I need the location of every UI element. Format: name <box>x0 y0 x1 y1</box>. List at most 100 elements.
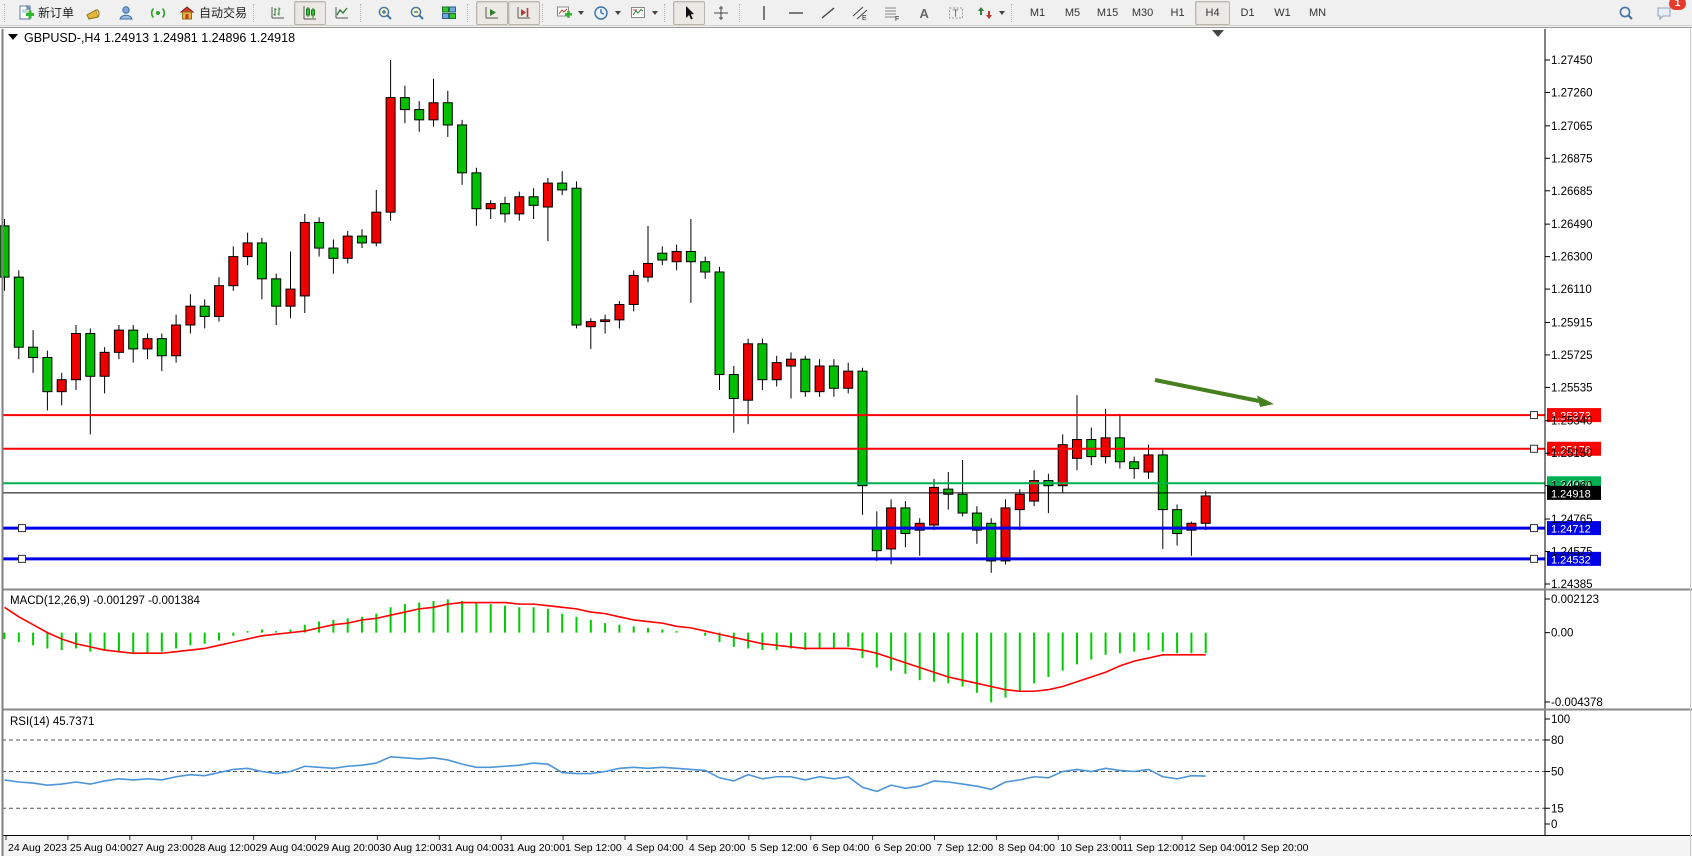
vertical-line-button[interactable] <box>748 1 780 25</box>
equidistant-channel-button[interactable]: E <box>844 1 876 25</box>
price-axis-tick: 1.27260 <box>1551 87 1593 99</box>
price-axis-tick: 1.25340 <box>1551 416 1593 428</box>
candle <box>1001 499 1010 564</box>
date-axis-label: 4 Sep 20:00 <box>689 842 746 854</box>
crosshair-button[interactable] <box>705 1 737 25</box>
cursor-button[interactable] <box>673 1 705 25</box>
price-axis-tick: 1.25915 <box>1551 317 1593 329</box>
svg-text:E: E <box>862 15 867 22</box>
date-axis-label: 1 Sep 12:00 <box>565 842 622 854</box>
date-axis-label: 25 Aug 04:00 <box>70 842 132 854</box>
date-axis-label: 27 Aug 23:00 <box>132 842 194 854</box>
search-button[interactable] <box>1610 1 1642 25</box>
dropdown-caret-icon <box>652 11 658 15</box>
date-axis-label: 4 Sep 04:00 <box>627 842 684 854</box>
horizontal-line-button[interactable] <box>780 1 812 25</box>
macd-label: MACD(12,26,9) -0.001297 -0.001384 <box>10 595 200 607</box>
linechart-icon <box>333 4 351 22</box>
chart-window[interactable]: 1.253731.251761.249741.249181.247121.245… <box>0 27 1692 856</box>
text-label-button[interactable]: T <box>940 1 972 25</box>
trendline-button[interactable] <box>812 1 844 25</box>
toolbar-grip <box>253 4 259 22</box>
toolbar-grip <box>467 4 473 22</box>
tile-windows-button[interactable] <box>433 1 465 25</box>
price-axis-tick: 1.25725 <box>1551 350 1593 362</box>
templates-button[interactable] <box>625 1 662 25</box>
candles-icon <box>301 4 319 22</box>
svg-text:F: F <box>895 16 899 22</box>
timeframe-m1-button[interactable]: M1 <box>1020 1 1055 25</box>
indicators-icon <box>555 4 573 22</box>
toolbar-grip <box>360 4 366 22</box>
periods-button[interactable] <box>588 1 625 25</box>
search-icon <box>1617 4 1635 22</box>
date-axis-label: 10 Sep 23:00 <box>1060 842 1123 854</box>
toolbar-grip <box>542 4 548 22</box>
zoom-out-icon <box>408 4 426 22</box>
shift-icon <box>515 4 533 22</box>
community-icon <box>117 4 135 22</box>
bar-chart-button[interactable] <box>262 1 294 25</box>
timeframe-m30-button[interactable]: M30 <box>1125 1 1160 25</box>
timeframe-w1-button[interactable]: W1 <box>1265 1 1300 25</box>
timeframe-h1-button[interactable]: H1 <box>1160 1 1195 25</box>
trendline-icon <box>819 4 837 22</box>
timeframe-mn-button[interactable]: MN <box>1300 1 1335 25</box>
price-axis-tick: 1.24960 <box>1551 481 1593 493</box>
toolbar-grip[interactable] <box>4 4 10 22</box>
timeframe-h4-button[interactable]: H4 <box>1195 1 1230 25</box>
indicators-button[interactable] <box>551 1 588 25</box>
candle <box>14 270 23 359</box>
text-button[interactable]: A <box>908 1 940 25</box>
auto-scroll-button[interactable] <box>476 1 508 25</box>
autoscroll-icon <box>483 4 501 22</box>
tile-icon <box>440 4 458 22</box>
autotrading-button[interactable]: 自动交易 <box>174 1 251 25</box>
line-handle[interactable] <box>1531 525 1538 532</box>
date-axis-label: 30 Aug 12:00 <box>379 842 441 854</box>
svg-text:A: A <box>920 6 930 21</box>
zoom-out-button[interactable] <box>401 1 433 25</box>
cursor-icon <box>680 4 698 22</box>
price-axis-tick: 1.26685 <box>1551 186 1593 198</box>
line-handle[interactable] <box>19 525 26 532</box>
signals-button[interactable] <box>142 1 174 25</box>
dropdown-caret-icon <box>999 11 1005 15</box>
date-axis-label: 6 Sep 04:00 <box>813 842 870 854</box>
line-handle[interactable] <box>1531 412 1538 419</box>
price-axis-tick: 1.25535 <box>1551 382 1593 394</box>
line-handle[interactable] <box>1531 555 1538 562</box>
date-axis-label: 11 Sep 12:00 <box>1122 842 1184 854</box>
chart-title: GBPUSD-,H4 1.24913 1.24981 1.24896 1.249… <box>24 31 295 45</box>
date-axis[interactable]: 24 Aug 202325 Aug 04:0027 Aug 23:0028 Au… <box>2 836 1692 856</box>
timeframe-m5-button[interactable]: M5 <box>1055 1 1090 25</box>
candlestick-chart-button[interactable] <box>294 1 326 25</box>
arrows-button[interactable] <box>972 1 1009 25</box>
label-icon: T <box>947 4 965 22</box>
crosshair-icon <box>712 4 730 22</box>
line-handle[interactable] <box>19 555 26 562</box>
dropdown-caret-icon <box>615 11 621 15</box>
chart-canvas[interactable]: 1.253731.251761.249741.249181.247121.245… <box>0 28 1692 856</box>
svg-text:T: T <box>953 8 959 19</box>
chart-shift-button[interactable] <box>508 1 540 25</box>
price-axis-tick: 1.24765 <box>1551 514 1593 526</box>
zoom-in-button[interactable] <box>369 1 401 25</box>
price-axis-tick: 1.26110 <box>1551 284 1592 296</box>
line-handle[interactable] <box>1531 445 1538 452</box>
date-axis-label: 8 Sep 04:00 <box>998 842 1055 854</box>
price-axis-tick: 1.26300 <box>1551 252 1593 264</box>
chat-button[interactable]: 1 <box>1648 1 1680 25</box>
metaeditor-button[interactable] <box>78 1 110 25</box>
new-order-button[interactable]: 新订单 <box>13 1 78 25</box>
timeframe-d1-button[interactable]: D1 <box>1230 1 1265 25</box>
timeframe-m15-button[interactable]: M15 <box>1090 1 1125 25</box>
line-chart-button[interactable] <box>326 1 358 25</box>
text-icon: A <box>915 4 933 22</box>
zoom-in-icon <box>376 4 394 22</box>
toolbar-grip <box>739 4 745 22</box>
fibonacci-button[interactable]: F <box>876 1 908 25</box>
rsi-axis-tick: 0 <box>1551 819 1557 831</box>
signals-icon <box>149 4 167 22</box>
community-button[interactable] <box>110 1 142 25</box>
